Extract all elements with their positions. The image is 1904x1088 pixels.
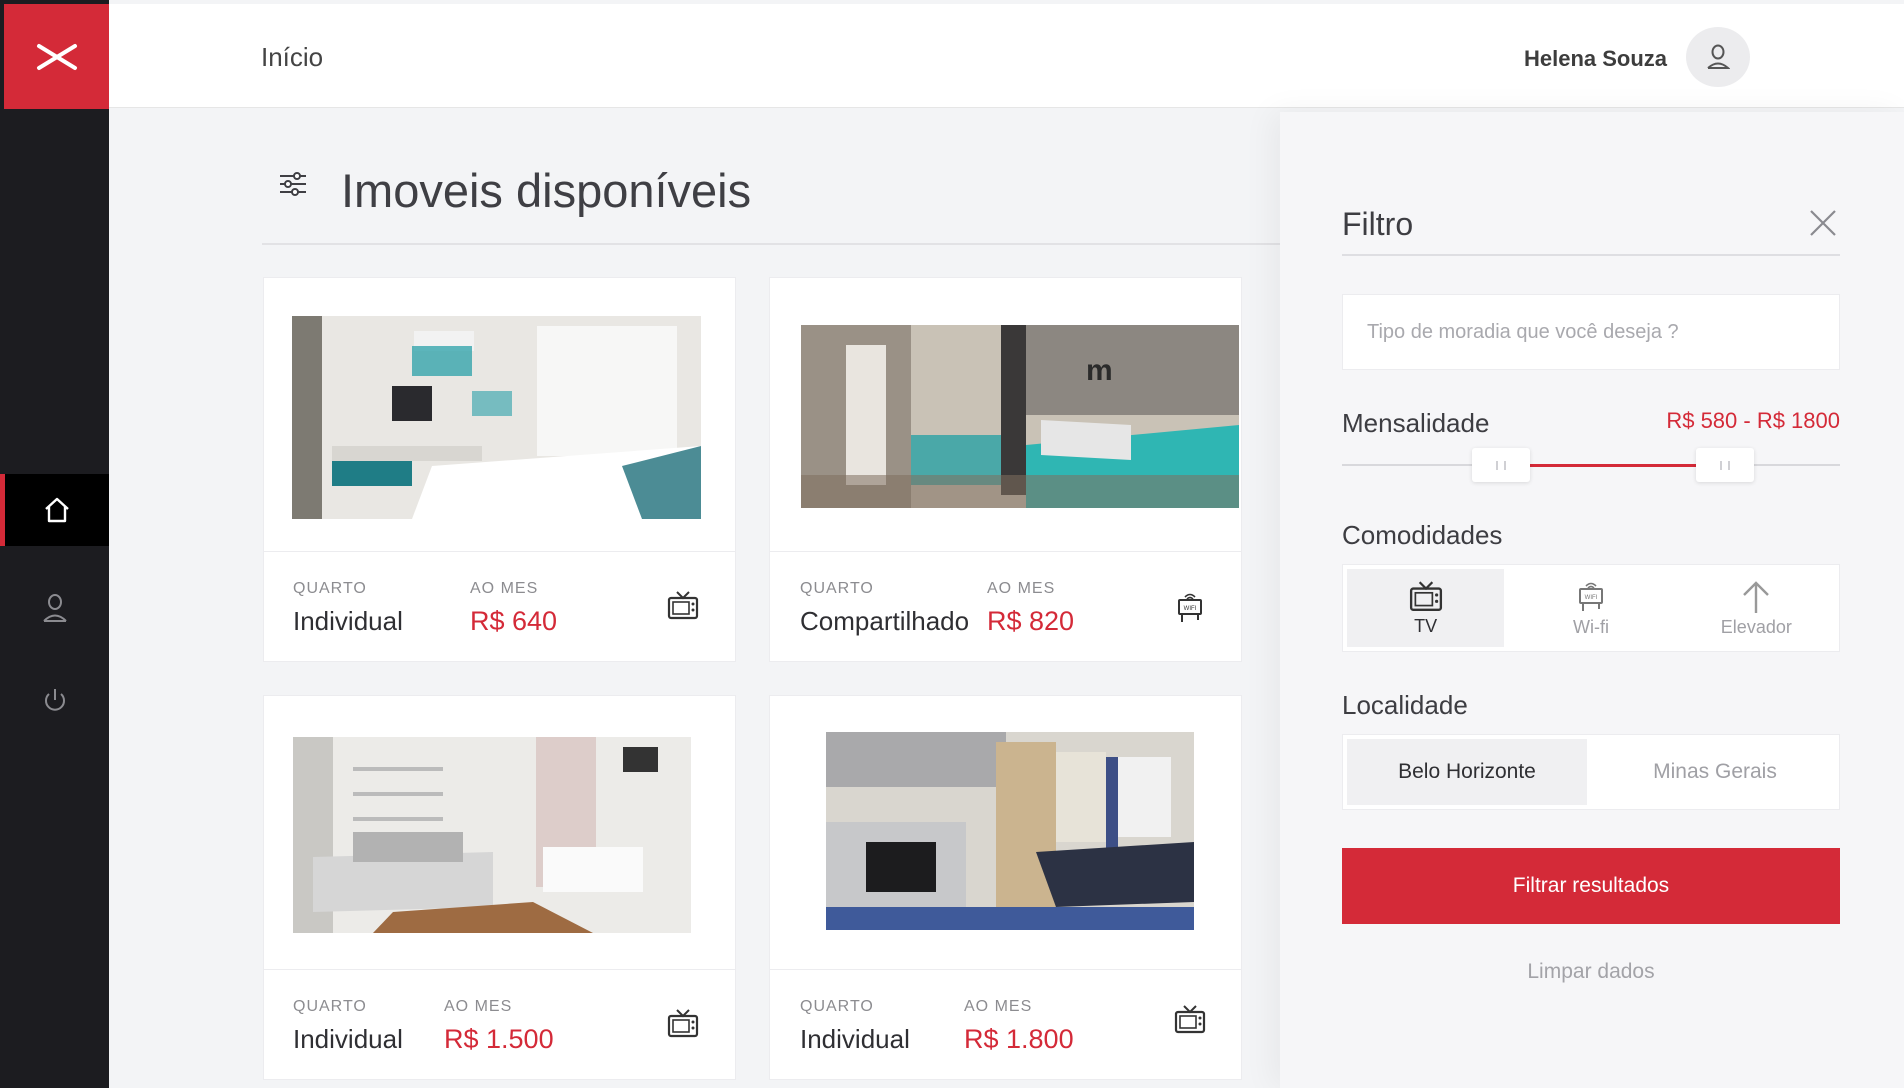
user-name[interactable]: Helena Souza: [1524, 46, 1667, 72]
price-label: AO MES: [964, 998, 1033, 1015]
avatar[interactable]: [1686, 27, 1750, 87]
app-root: Início Helena Souza Imoveis disponíveis: [0, 0, 1904, 1088]
bedroom-photo: m: [801, 325, 1239, 508]
location-option-belo-horizonte[interactable]: Belo Horizonte: [1347, 739, 1587, 805]
sidebar-item-home[interactable]: [0, 474, 109, 546]
location-section-label: Localidade: [1342, 690, 1468, 720]
panel-divider: [1342, 254, 1840, 256]
sidebar-item-profile[interactable]: [0, 572, 109, 644]
tv-icon: [1174, 1005, 1206, 1034]
listing-info: QUARTO Individual AO MES R$ 640: [264, 551, 735, 661]
filter-results-button[interactable]: Filtrar resultados: [1342, 848, 1840, 924]
power-icon: [44, 689, 65, 711]
listing-photo: [292, 316, 701, 519]
filter-toggle[interactable]: [278, 169, 308, 204]
clear-data-button[interactable]: Limpar dados: [1342, 960, 1840, 984]
amenity-option-elevator[interactable]: Elevador: [1678, 569, 1835, 647]
tv-icon: [1409, 580, 1442, 611]
kitchen-bedroom-photo: [826, 732, 1194, 930]
brand-x-logo-icon: [36, 43, 77, 70]
category-value: Compartilhado: [800, 606, 970, 636]
top-header: Início Helena Souza: [109, 4, 1904, 108]
category-label: QUARTO: [800, 580, 874, 597]
price-label: AO MES: [444, 998, 513, 1015]
tv-icon: [667, 591, 699, 620]
listing-card[interactable]: QUARTO Individual AO MES R$ 1.800: [769, 695, 1242, 1080]
sidebar-item-logout[interactable]: [0, 664, 109, 736]
close-icon: [1810, 210, 1836, 236]
svg-text:WIFI: WIFI: [1184, 606, 1197, 612]
tv-icon: [667, 1009, 699, 1038]
price-label: AO MES: [470, 580, 539, 597]
price-slider-fill: [1501, 464, 1726, 467]
price-value: R$ 640: [470, 606, 558, 636]
page-title-row: Imoveis disponíveis: [262, 155, 1282, 245]
amenities-section-label: Comodidades: [1342, 520, 1503, 550]
category-value: Individual: [800, 1024, 910, 1054]
location-option-label: Belo Horizonte: [1398, 760, 1536, 783]
location-selector: Belo Horizonte Minas Gerais: [1342, 734, 1840, 810]
category-label: QUARTO: [293, 580, 367, 597]
listing-card[interactable]: m QUARTO Compartilhado AO MES R$ 820 WIF…: [769, 277, 1242, 662]
listing-info: QUARTO Individual AO MES R$ 1.500: [264, 969, 735, 1079]
category-value: Individual: [293, 606, 403, 636]
location-option-minas-gerais[interactable]: Minas Gerais: [1595, 739, 1835, 805]
price-slider-min-handle[interactable]: [1472, 448, 1531, 482]
category-label: QUARTO: [293, 998, 367, 1015]
listing-card[interactable]: QUARTO Individual AO MES R$ 1.500: [263, 695, 736, 1080]
amenity-option-wifi[interactable]: WIFI Wi-fi: [1512, 569, 1669, 647]
sliders-icon: [280, 172, 306, 196]
location-option-label: Minas Gerais: [1653, 760, 1777, 783]
listing-photo: m: [801, 325, 1239, 508]
svg-text:WIFI: WIFI: [1585, 595, 1598, 601]
price-label: AO MES: [987, 580, 1056, 597]
home-icon: [45, 497, 69, 523]
page-title: Imoveis disponíveis: [341, 164, 752, 217]
price-slider-max-handle[interactable]: [1696, 448, 1755, 482]
arrow-up-icon: [1743, 580, 1770, 613]
price-value: R$ 1.800: [964, 1024, 1074, 1054]
amenity-option-label: Wi-fi: [1573, 616, 1609, 637]
listing-card[interactable]: QUARTO Individual AO MES R$ 640: [263, 277, 736, 662]
close-button[interactable]: [1808, 208, 1838, 243]
filter-title: Filtro: [1342, 206, 1414, 242]
header-title: Início: [261, 42, 324, 72]
user-icon: [42, 594, 67, 622]
amenity-option-tv[interactable]: TV: [1347, 569, 1505, 647]
category-value: Individual: [293, 1024, 403, 1054]
brand-logo[interactable]: [4, 4, 109, 109]
filter-panel: Filtro Mensalidade R$ 580 - R$ 1800 Como…: [1280, 112, 1904, 1088]
svg-text:m: m: [1086, 354, 1113, 387]
price-value: R$ 1.500: [444, 1024, 554, 1054]
wifi-icon: WIFI: [1178, 593, 1202, 622]
price-value: R$ 820: [987, 606, 1075, 636]
housing-type-search-input[interactable]: [1342, 294, 1840, 370]
amenities-selector: TV WIFI Wi-fi Elevador: [1342, 564, 1840, 652]
price-slider-track[interactable]: [1342, 464, 1840, 467]
listing-photo: [293, 737, 691, 933]
sidebar: [0, 0, 109, 1088]
amenity-option-label: TV: [1414, 615, 1438, 636]
listing-info: QUARTO Individual AO MES R$ 1.800: [770, 969, 1241, 1079]
price-section-label: Mensalidade: [1342, 408, 1490, 438]
bedroom-photo: [292, 316, 701, 519]
listing-info: QUARTO Compartilhado AO MES R$ 820 WIFI: [770, 551, 1241, 661]
living-room-photo: [293, 737, 691, 933]
wifi-icon: WIFI: [1578, 582, 1603, 611]
user-icon: [1707, 44, 1730, 69]
price-range-value: R$ 580 - R$ 1800: [1666, 408, 1840, 433]
listing-photo: [826, 732, 1194, 930]
category-label: QUARTO: [800, 998, 874, 1015]
amenity-option-label: Elevador: [1720, 616, 1792, 637]
